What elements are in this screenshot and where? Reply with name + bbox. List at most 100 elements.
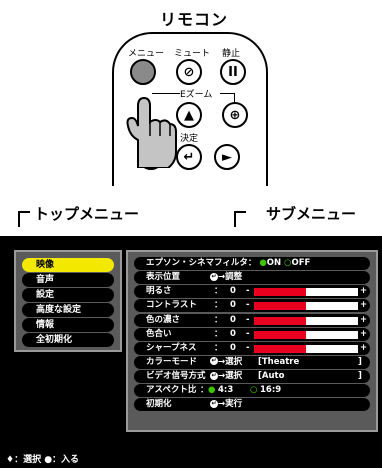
color-saturation-label: 色の濃さ <box>146 314 181 325</box>
position-action: ↵→調整 <box>210 272 243 283</box>
top-menu-item-reset-all[interactable]: 全初期化 <box>22 333 114 347</box>
status-bar: ♦：選択 ●：入る <box>6 455 80 465</box>
tint-slider[interactable] <box>254 330 358 339</box>
tint-minus[interactable]: - <box>246 328 250 341</box>
sub-menu-row-reset[interactable]: 初期化 ↵→実行 <box>134 398 370 412</box>
color-mode-bracket: ] <box>358 356 362 367</box>
video-signal-bracket: ] <box>358 371 362 382</box>
sub-menu-row-sharpness[interactable]: シャープネス ： 0 - + <box>134 341 370 355</box>
tint-plus[interactable]: + <box>360 328 367 341</box>
sharpness-value: 0 <box>230 342 236 353</box>
brightness-value: 0 <box>230 286 236 297</box>
top-menu-item-advanced[interactable]: 高度な設定 <box>22 303 114 317</box>
color-saturation-slider[interactable] <box>254 316 358 325</box>
color-saturation-slider-fill <box>254 316 306 325</box>
top-menu-label-tick <box>18 211 30 227</box>
sharpness-sep: ： <box>214 342 223 353</box>
top-menu-item-image[interactable]: 映像 <box>22 258 114 272</box>
sub-menu-row-color-saturation[interactable]: 色の濃さ ： 0 - + <box>134 313 370 327</box>
contrast-plus[interactable]: + <box>360 299 367 312</box>
plus-icon: ⊕ <box>229 107 241 123</box>
menu-button-label: メニュー <box>128 49 165 59</box>
video-signal-action: ↵→選択 <box>210 371 243 382</box>
mute-button-label: ミュート <box>174 49 211 59</box>
color-mode-action: ↵→選択 <box>210 356 243 367</box>
brightness-sep: ： <box>214 286 223 297</box>
enter-button-label: 決定 <box>180 134 199 144</box>
sub-menu-label: サブメニュー <box>266 205 357 223</box>
enter-icon: ↵ <box>210 272 218 281</box>
contrast-minus[interactable]: - <box>246 299 250 312</box>
sub-menu-row-brightness[interactable]: 明るさ ： 0 - + <box>134 285 370 299</box>
radio-unselected-icon: ○ <box>250 385 258 396</box>
right-button[interactable]: ► <box>214 144 240 170</box>
contrast-slider-fill <box>254 302 306 311</box>
enter-icon: ↵ <box>183 149 195 165</box>
sharpness-label: シャープネス <box>146 342 197 353</box>
aspect-option-16-9[interactable]: 16:9 <box>260 384 281 397</box>
sub-menu-row-contrast[interactable]: コントラスト ： 0 - + <box>134 299 370 313</box>
brightness-slider[interactable] <box>254 288 358 297</box>
arrow-up-icon: ▲ <box>184 107 194 123</box>
cinema-filter-off[interactable]: OFF <box>291 258 310 268</box>
contrast-label: コントラスト <box>146 300 197 311</box>
remote-control-illustration: メニュー ミュート 静止 ⊘ II Eズーム ▲ ⊕ 決定 ◄ ↵ ► <box>112 32 268 186</box>
ezoom-bracket-right <box>220 93 234 94</box>
sub-menu-row-video-signal[interactable]: ビデオ信号方式 ↵→選択 [Auto ] <box>134 370 370 384</box>
brightness-label: 明るさ <box>146 286 172 297</box>
sub-menu-label-tick <box>234 211 246 227</box>
radio-on-icon: ● <box>259 258 267 268</box>
video-signal-label: ビデオ信号方式 <box>146 371 206 382</box>
ezoom-label: Eズーム <box>180 90 213 100</box>
brightness-slider-fill <box>254 288 306 297</box>
color-mode-label: カラーモード <box>146 356 198 367</box>
top-menu-label: トップメニュー <box>34 205 140 223</box>
freeze-button[interactable]: II <box>220 59 246 85</box>
reset-action: ↵→実行 <box>210 399 243 410</box>
sub-menu: エプソン・シネマフィルタ： ●ON ○OFF 表示位置 ↵→調整 明るさ ： 0… <box>126 250 378 432</box>
brightness-minus[interactable]: - <box>246 285 250 298</box>
enter-button[interactable]: ↵ <box>176 144 202 170</box>
sub-menu-row-color-mode[interactable]: カラーモード ↵→選択 [Theatre ] <box>134 355 370 369</box>
contrast-value: 0 <box>230 300 236 311</box>
pointing-hand-icon <box>126 96 177 168</box>
color-mode-value: [Theatre <box>258 356 300 367</box>
color-saturation-sep: ： <box>214 314 223 325</box>
sub-menu-row-aspect[interactable]: アスペクト比 ： ● 4:3 ○ 16:9 <box>134 384 370 398</box>
tint-value: 0 <box>230 328 236 339</box>
sharpness-plus[interactable]: + <box>360 342 367 355</box>
tint-label: 色合い <box>146 328 172 339</box>
remote-title: リモコン <box>160 10 229 29</box>
aspect-label: アスペクト比 <box>146 385 197 396</box>
cinema-filter-on[interactable]: ON <box>267 258 281 268</box>
ezoom-bracket-left <box>152 93 180 94</box>
contrast-slider[interactable] <box>254 302 358 311</box>
top-menu-item-audio[interactable]: 音声 <box>22 273 114 287</box>
aspect-option-4-3[interactable]: 4:3 <box>218 384 233 397</box>
top-menu-item-settings[interactable]: 設定 <box>22 288 114 302</box>
sub-menu-row-position[interactable]: 表示位置 ↵→調整 <box>134 271 370 285</box>
freeze-button-label: 静止 <box>222 49 241 59</box>
position-label: 表示位置 <box>146 272 181 283</box>
video-signal-value: [Auto <box>258 371 285 382</box>
reset-label: 初期化 <box>146 399 172 410</box>
top-menu-item-info[interactable]: 情報 <box>22 318 114 332</box>
up-button[interactable]: ▲ <box>176 102 202 128</box>
color-saturation-plus[interactable]: + <box>360 314 367 327</box>
radio-selected-icon: ● <box>208 385 216 396</box>
zoom-plus-button[interactable]: ⊕ <box>222 102 248 128</box>
contrast-sep: ： <box>214 300 223 311</box>
mute-button[interactable]: ⊘ <box>176 59 202 85</box>
sub-menu-row-tint[interactable]: 色合い ： 0 - + <box>134 327 370 341</box>
color-saturation-minus[interactable]: - <box>246 314 250 327</box>
sub-menu-row-cinema-filter[interactable]: エプソン・シネマフィルタ： ●ON ○OFF <box>134 257 370 270</box>
brightness-plus[interactable]: + <box>360 285 367 298</box>
sharpness-slider[interactable] <box>254 344 358 353</box>
sharpness-minus[interactable]: - <box>246 342 250 355</box>
arrow-right-icon: ► <box>222 149 232 165</box>
cinema-filter-label: エプソン・シネマフィルタ： <box>146 258 257 268</box>
osd-screen: 映像 音声 設定 高度な設定 情報 全初期化 エプソン・シネマフィルタ： ●ON… <box>0 236 382 468</box>
tint-sep: ： <box>214 328 223 339</box>
menu-button[interactable] <box>130 59 156 85</box>
sharpness-slider-fill <box>254 344 306 353</box>
